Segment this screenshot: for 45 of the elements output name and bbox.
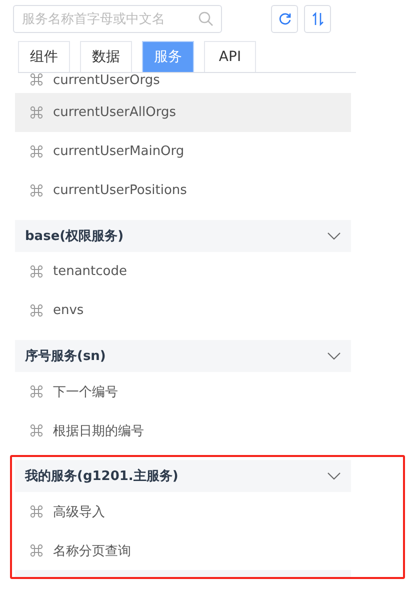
command-icon xyxy=(30,145,43,158)
service-item[interactable]: tenantcode xyxy=(15,252,351,291)
service-item[interactable]: 根据日期的编号 xyxy=(15,411,351,450)
item-label: 名称分页查询 xyxy=(53,542,131,560)
group-header[interactable]: base(权限服务) xyxy=(15,220,351,252)
command-icon xyxy=(30,424,43,437)
service-item[interactable]: 高级导入 xyxy=(15,492,351,531)
tab[interactable]: API xyxy=(204,41,256,72)
sort-button[interactable] xyxy=(304,5,331,33)
service-item[interactable]: envs xyxy=(15,291,351,330)
item-label: currentUserOrgs xyxy=(53,73,160,88)
command-icon xyxy=(30,505,43,518)
item-label: envs xyxy=(53,303,84,318)
group-header[interactable]: 序号服务(sn) xyxy=(15,340,351,372)
item-label: currentUserPositions xyxy=(53,183,187,198)
command-icon xyxy=(30,73,43,86)
search-field[interactable]: 服务名称首字母或中文名 xyxy=(13,5,222,33)
group-title: 序号服务(sn) xyxy=(25,348,106,365)
item-label: currentUserAllOrgs xyxy=(53,105,176,120)
refresh-button[interactable] xyxy=(271,5,298,33)
service-item[interactable]: currentUserOrgs xyxy=(15,73,351,93)
search-icon xyxy=(198,11,214,27)
service-item[interactable]: currentUserMainOrg xyxy=(15,132,351,171)
service-item[interactable]: 名称分页查询 xyxy=(15,531,351,570)
item-label: currentUserMainOrg xyxy=(53,144,184,159)
command-icon xyxy=(30,265,43,278)
command-icon xyxy=(30,184,43,197)
service-item[interactable]: 下一个编号 xyxy=(15,372,351,411)
command-icon xyxy=(30,544,43,557)
service-item[interactable]: currentUserAllOrgs xyxy=(15,93,351,132)
group-header[interactable]: 我的服务(g1201.主服务) xyxy=(15,460,351,492)
group-title: base(权限服务) xyxy=(25,228,124,245)
command-icon xyxy=(30,385,43,398)
group-title: 我的服务(g1201.主服务) xyxy=(25,468,178,485)
item-label: 根据日期的编号 xyxy=(53,422,144,440)
item-label: tenantcode xyxy=(53,264,127,279)
sort-icon xyxy=(310,12,324,26)
tab[interactable]: 组件 xyxy=(18,41,70,72)
service-item[interactable]: currentUserPositions xyxy=(15,171,351,210)
item-label: 高级导入 xyxy=(53,504,105,520)
tab[interactable]: 数据 xyxy=(80,41,132,72)
command-icon xyxy=(30,106,43,119)
refresh-icon xyxy=(278,12,292,26)
command-icon xyxy=(30,304,43,317)
item-label: 下一个编号 xyxy=(53,384,118,400)
